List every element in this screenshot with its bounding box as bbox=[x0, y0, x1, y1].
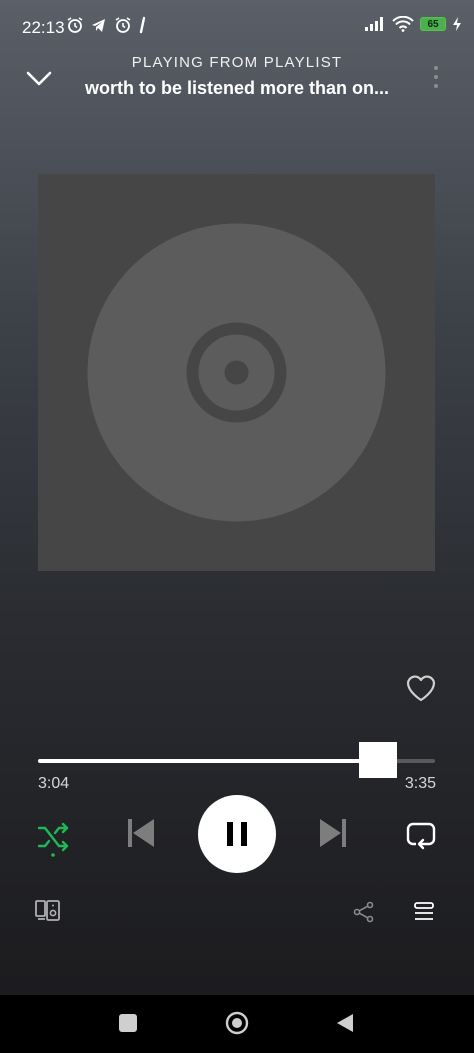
skip-previous-icon bbox=[128, 819, 154, 847]
pause-icon bbox=[227, 822, 247, 846]
album-artwork bbox=[38, 174, 435, 571]
telegram-icon bbox=[92, 19, 105, 32]
shuffle-button[interactable] bbox=[36, 818, 72, 858]
more-vertical-icon bbox=[434, 66, 438, 88]
total-duration: 3:35 bbox=[404, 775, 436, 792]
wifi-icon bbox=[392, 16, 414, 32]
previous-track-button[interactable] bbox=[124, 815, 158, 851]
shuffle-icon bbox=[37, 822, 69, 857]
progress-fill bbox=[38, 759, 378, 763]
like-button[interactable] bbox=[404, 672, 438, 704]
status-left-icons bbox=[66, 16, 148, 34]
queue-icon bbox=[414, 902, 434, 920]
back-triangle-icon[interactable] bbox=[335, 1012, 355, 1034]
playlist-title[interactable]: worth to be listened more than on... bbox=[60, 78, 414, 99]
repeat-icon bbox=[406, 822, 436, 850]
battery-level: 65 bbox=[427, 18, 439, 30]
recents-square-icon[interactable] bbox=[119, 1014, 137, 1032]
progress-thumb[interactable] bbox=[358, 742, 397, 778]
status-time: 22:13 bbox=[22, 18, 65, 37]
share-button[interactable] bbox=[352, 900, 376, 924]
heart-icon bbox=[406, 675, 436, 702]
notification-icon bbox=[139, 16, 146, 34]
playing-from-label: PLAYING FROM PLAYLIST bbox=[131, 54, 343, 71]
elapsed-time: 3:04 bbox=[38, 775, 70, 792]
signal-icon bbox=[365, 17, 383, 31]
more-options-button[interactable] bbox=[426, 62, 446, 92]
skip-next-icon bbox=[320, 819, 346, 847]
charging-icon bbox=[453, 17, 461, 31]
repeat-button[interactable] bbox=[404, 818, 438, 850]
battery-icon: 65 bbox=[420, 17, 446, 31]
alarm-icon bbox=[67, 17, 83, 33]
alarm-icon bbox=[115, 17, 131, 33]
disc-placeholder-icon bbox=[87, 223, 386, 522]
queue-button[interactable] bbox=[412, 900, 436, 924]
status-right-icons: 65 bbox=[364, 16, 462, 32]
devices-icon bbox=[35, 900, 60, 921]
share-icon bbox=[353, 901, 374, 923]
connect-devices-button[interactable] bbox=[34, 896, 62, 924]
next-track-button[interactable] bbox=[316, 815, 350, 851]
pause-button[interactable] bbox=[198, 795, 276, 873]
home-circle-icon[interactable] bbox=[225, 1011, 249, 1035]
